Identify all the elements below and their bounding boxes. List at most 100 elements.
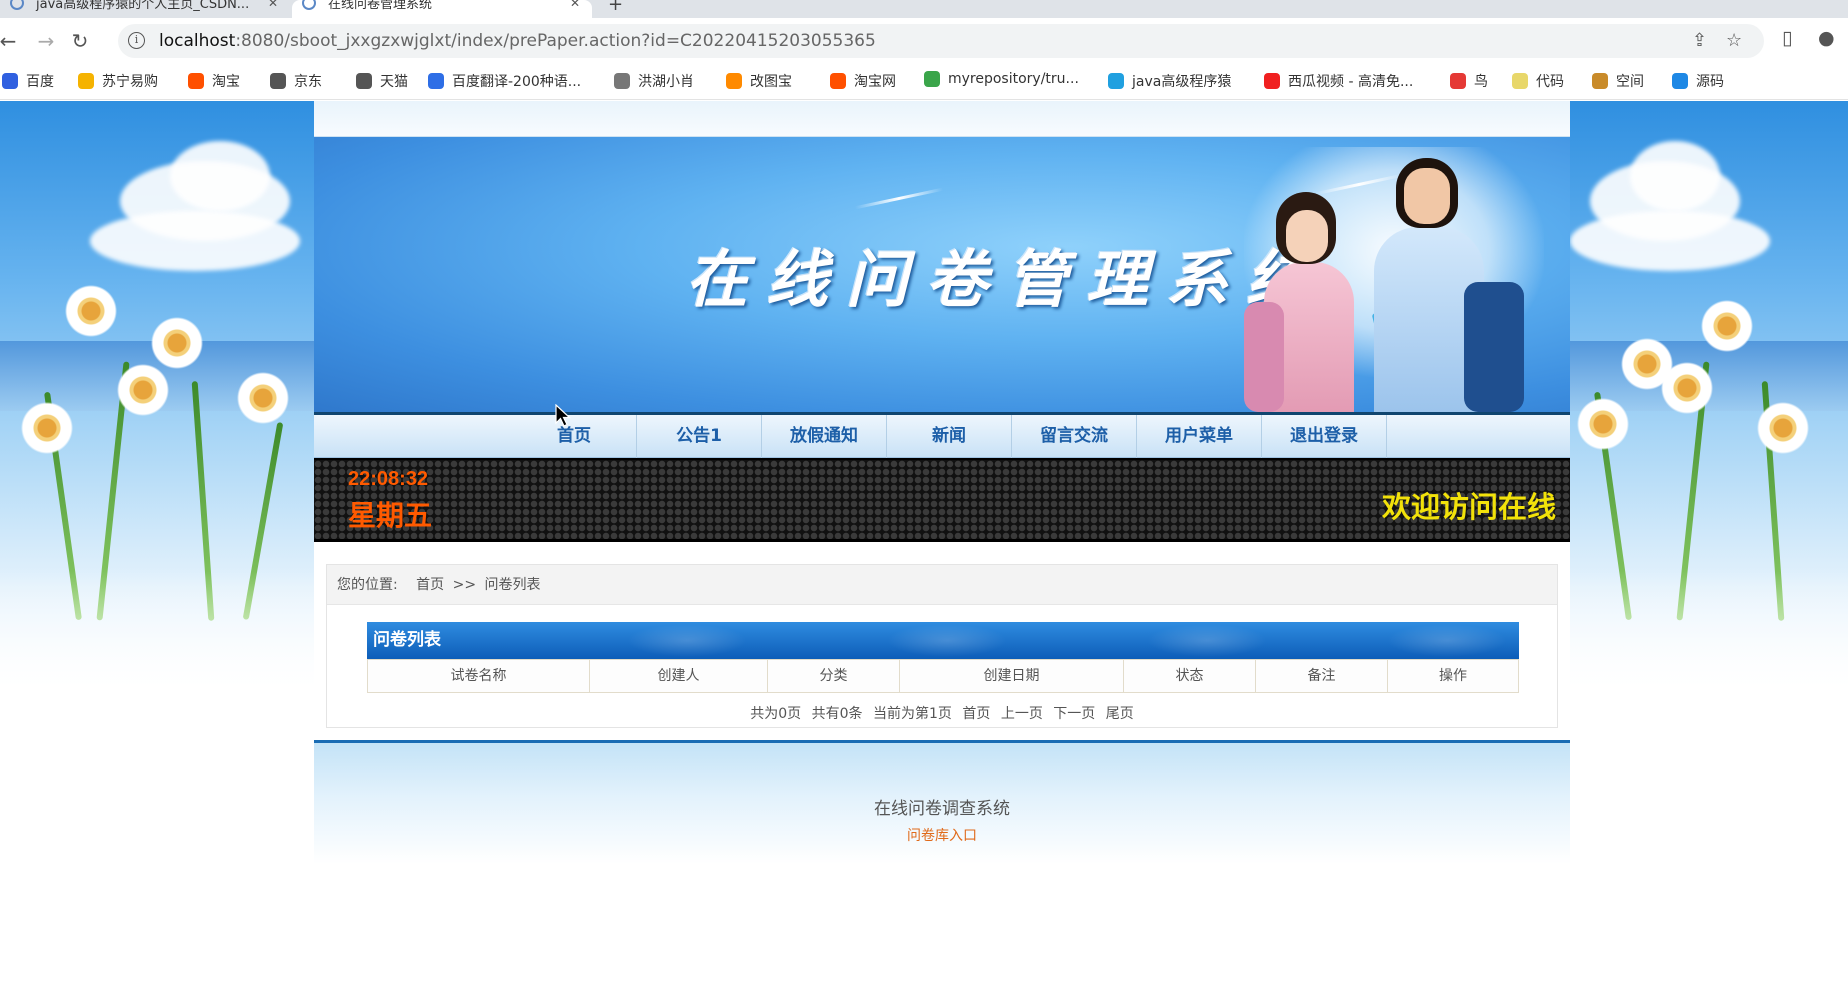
pager-next-link[interactable]: 下一页 <box>1053 706 1095 722</box>
site-footer: 在线问卷调查系统 问卷库入口 <box>314 740 1570 864</box>
pager-current-page: 当前为第1页 <box>873 706 952 722</box>
main-navigation: 首页 公告1 放假通知 新闻 留言交流 用户菜单 退出登录 <box>314 415 1570 458</box>
breadcrumb-current: 问卷列表 <box>484 577 541 593</box>
bookmarks-bar: 百度 苏宁易购 淘宝 京东 天猫 百度翻译-200种语... 洪湖小肖 改图宝 淘宝网 myrep… <box>0 64 1848 100</box>
address-bar[interactable]: i localhost:8080/sboot_jxxgzxwjglxt/inde… <box>118 24 1764 58</box>
browser-tab-active[interactable]: 在线问卷管理系统 ✕ <box>292 0 592 18</box>
bookmark-favicon-icon <box>726 73 742 89</box>
pager-first-link[interactable]: 首页 <box>962 706 990 722</box>
breadcrumb-label: 您的位置: <box>337 577 398 593</box>
bookmark-item[interactable]: 百度翻译-200种语... <box>428 71 581 91</box>
top-strip <box>314 101 1570 137</box>
back-arrow-icon[interactable]: ← <box>0 27 22 55</box>
bookmark-item[interactable]: 天猫 <box>356 71 408 91</box>
bookmark-favicon-icon <box>428 73 444 89</box>
profile-avatar-icon[interactable]: ● <box>1818 27 1835 49</box>
bookmark-favicon-icon <box>1108 73 1124 89</box>
bookmark-item[interactable]: 淘宝 <box>188 71 240 91</box>
bookmark-favicon-icon <box>614 73 630 89</box>
bookmark-favicon-icon <box>1512 73 1528 89</box>
nav-notice[interactable]: 公告1 <box>637 415 762 458</box>
bookmark-favicon-icon <box>188 73 204 89</box>
column-header-actions: 操作 <box>1439 668 1467 684</box>
bookmark-label: 鸟 <box>1474 74 1488 90</box>
questionnaire-list-panel: 问卷列表 试卷名称 创建人 分类 创建日期 状态 备注 操作 <box>367 622 1519 693</box>
bookmark-item[interactable]: 鸟 <box>1450 71 1488 91</box>
url-path: :8080/sboot_jxxgzxwjglxt/index/prePaper.… <box>235 31 876 51</box>
page-container: 在线问卷管理系统 首页 公告1 放假通知 新闻 留言交流 用户菜单 退出登录 22:08:3… <box>314 101 1570 864</box>
nav-user-menu[interactable]: 用户菜单 <box>1137 415 1262 458</box>
bookmark-item[interactable]: 西瓜视频 - 高清免... <box>1264 71 1413 91</box>
site-banner: 在线问卷管理系统 <box>314 137 1570 415</box>
bookmark-item[interactable]: 源码 <box>1672 71 1724 91</box>
bookmark-item[interactable]: 百度 <box>2 71 54 91</box>
bookmark-favicon-icon <box>78 73 94 89</box>
nav-logout[interactable]: 退出登录 <box>1262 415 1387 458</box>
site-info-icon[interactable]: i <box>128 32 145 49</box>
share-icon[interactable]: ⇪ <box>1692 30 1707 51</box>
mouse-cursor-icon <box>555 404 571 427</box>
bookmark-favicon-icon <box>1672 73 1688 89</box>
led-ticker: 22:08:32 星期五 欢迎访问在线 <box>314 458 1570 542</box>
nav-home[interactable]: 首页 <box>512 415 637 458</box>
breadcrumb-separator: >> <box>452 577 477 593</box>
column-header-category: 分类 <box>768 660 900 692</box>
bookmark-label: myrepository/tru... <box>948 71 1079 87</box>
footer-questionnaire-link[interactable]: 问卷库入口 <box>314 825 1570 845</box>
footer-title: 在线问卷调查系统 <box>874 799 1010 819</box>
panel-title: 问卷列表 <box>367 622 1519 659</box>
nav-holiday[interactable]: 放假通知 <box>762 415 887 458</box>
bookmark-item[interactable]: java高级程序猿 <box>1108 71 1231 91</box>
bookmark-item[interactable]: myrepository/tru... <box>924 71 1079 87</box>
welcome-marquee: 欢迎访问在线 <box>1382 490 1557 524</box>
bookmark-item[interactable]: 京东 <box>270 71 322 91</box>
breadcrumb-home-link[interactable]: 首页 <box>416 577 444 593</box>
side-panel-icon[interactable]: ▯ <box>1782 27 1792 49</box>
plus-icon[interactable]: + <box>608 0 623 15</box>
bookmark-item[interactable]: 空间 <box>1592 71 1644 91</box>
bookmark-item[interactable]: 苏宁易购 <box>78 71 158 91</box>
tab-close-icon[interactable]: ✕ <box>570 0 580 9</box>
bookmark-label: 淘宝 <box>212 74 240 90</box>
bookmark-favicon-icon <box>356 73 372 89</box>
background-scenery-left <box>0 101 314 741</box>
browser-tab-csdn[interactable]: java高级程序猿的个人主页_CSDN... ✕ <box>0 0 290 18</box>
bookmark-label: 京东 <box>294 74 322 90</box>
bookmark-favicon-icon <box>270 73 286 89</box>
background-scenery-right <box>1570 101 1848 741</box>
student-boy-face <box>1404 168 1450 224</box>
bookmark-item[interactable]: 淘宝网 <box>830 71 896 91</box>
bookmark-label: 空间 <box>1616 74 1644 90</box>
bookmark-favicon-icon <box>924 71 940 87</box>
student-girl-face <box>1286 210 1328 262</box>
pager-prev-link[interactable]: 上一页 <box>1001 706 1043 722</box>
forward-arrow-icon[interactable]: → <box>32 27 60 55</box>
column-header-status: 状态 <box>1124 660 1256 692</box>
csdn-favicon-icon <box>10 0 24 10</box>
bookmark-item[interactable]: 代码 <box>1512 71 1564 91</box>
tab-label: 在线问卷管理系统 <box>328 0 433 12</box>
reload-icon[interactable]: ↻ <box>66 27 94 55</box>
bookmark-label: 淘宝网 <box>854 74 896 90</box>
nav-messages[interactable]: 留言交流 <box>1012 415 1137 458</box>
pager-last-link[interactable]: 尾页 <box>1106 706 1134 722</box>
bookmark-item[interactable]: 洪湖小肖 <box>614 71 694 91</box>
tab-close-icon[interactable]: ✕ <box>268 0 278 9</box>
bookmark-label: 代码 <box>1536 74 1564 90</box>
bookmark-label: 西瓜视频 - 高清免... <box>1288 74 1414 90</box>
bookmark-star-icon[interactable]: ☆ <box>1726 30 1742 51</box>
nav-news[interactable]: 新闻 <box>887 415 1012 458</box>
url-text[interactable]: localhost:8080/sboot_jxxgzxwjglxt/index/… <box>159 31 876 51</box>
url-host: localhost <box>159 31 236 51</box>
column-header-name: 试卷名称 <box>368 660 590 692</box>
pager-total-pages: 共为0页 <box>750 706 802 722</box>
bookmark-favicon-icon <box>830 73 846 89</box>
site-title: 在线问卷管理系统 <box>686 243 1327 316</box>
bookmark-label: java高级程序猿 <box>1132 74 1232 90</box>
bookmark-favicon-icon <box>2 73 18 89</box>
globe-favicon-icon <box>302 0 316 10</box>
bookmark-item[interactable]: 改图宝 <box>726 71 792 91</box>
table-header: 试卷名称 创建人 分类 创建日期 状态 备注 操作 <box>367 659 1519 693</box>
weekday-label: 星期五 <box>348 500 433 531</box>
pink-backpack <box>1244 302 1284 412</box>
